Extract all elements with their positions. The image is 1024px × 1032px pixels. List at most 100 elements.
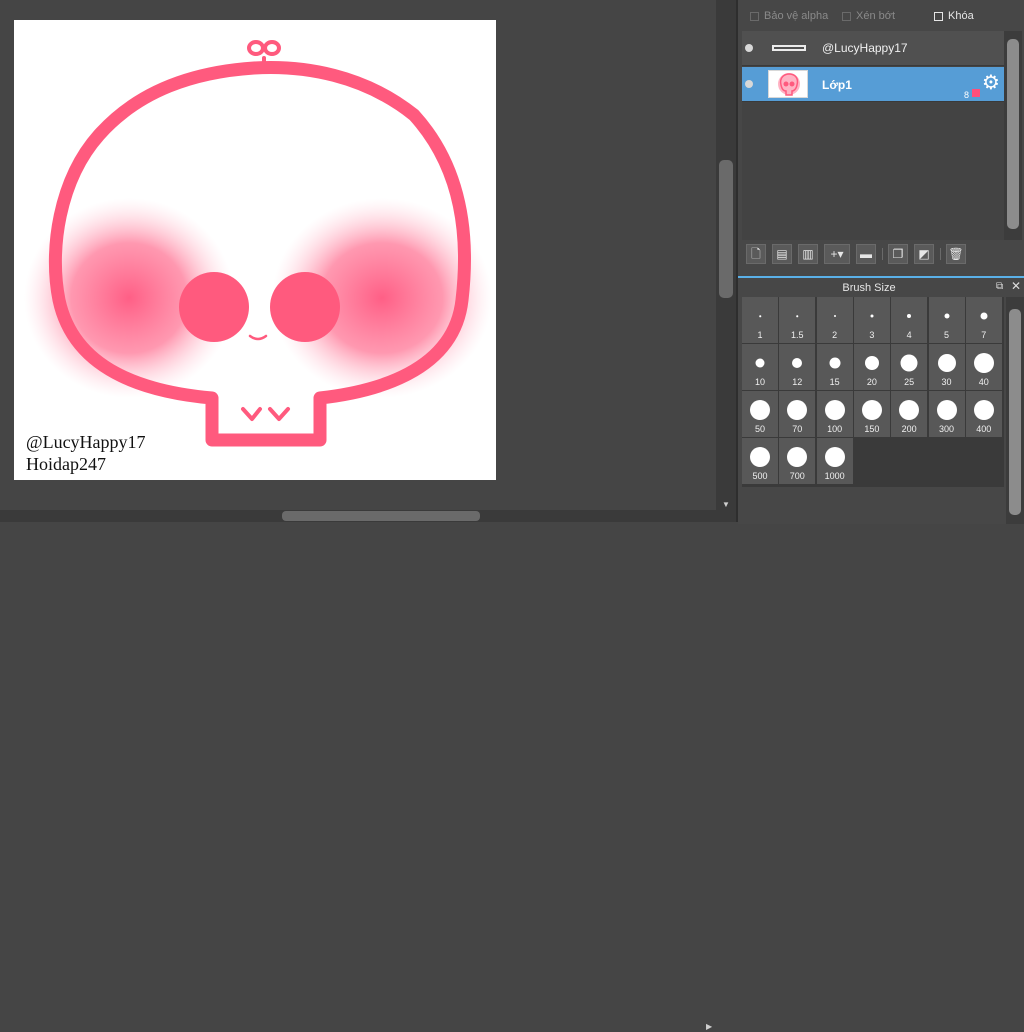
layer-panel: Bảo vệ alpha Xén bớt Khóa @LucyHappy17 L… bbox=[736, 0, 1024, 524]
layer-list: @LucyHappy17 Lớp1 8 ⚙ bbox=[742, 31, 1004, 240]
brush-size-label: 300 bbox=[938, 424, 955, 434]
layer-row-selected[interactable]: Lớp1 8 ⚙ bbox=[742, 67, 1004, 102]
layer-row[interactable]: @LucyHappy17 bbox=[742, 31, 1004, 66]
brush-size-cell[interactable]: 40 bbox=[965, 344, 1002, 390]
canvas-area[interactable]: @LucyHappy17 Hoidap247 bbox=[0, 0, 716, 510]
brush-dot-icon bbox=[899, 400, 920, 420]
brush-size-cell[interactable]: 2 bbox=[816, 297, 853, 343]
brush-size-cell[interactable]: 12 bbox=[779, 344, 816, 390]
clipping-checkbox[interactable] bbox=[842, 11, 851, 21]
brush-size-cell[interactable]: 15 bbox=[816, 344, 853, 390]
delete-layer-icon[interactable]: 🗑 bbox=[946, 244, 966, 264]
brush-size-label: 400 bbox=[976, 424, 992, 434]
visibility-icon[interactable] bbox=[745, 80, 753, 88]
brush-panel-title: Brush Size bbox=[842, 282, 896, 294]
clipping-option[interactable]: Xén bớt bbox=[842, 10, 895, 22]
layer-opacity-label: 8 bbox=[964, 90, 970, 100]
brush-dot-icon bbox=[759, 315, 761, 317]
brush-size-cell[interactable]: 1 bbox=[742, 297, 778, 343]
brush-dot-icon bbox=[787, 447, 808, 467]
brush-dot-icon bbox=[937, 354, 956, 372]
visibility-icon[interactable] bbox=[745, 44, 753, 52]
lock-checkbox[interactable] bbox=[934, 11, 943, 21]
brush-size-cell[interactable]: 50 bbox=[742, 391, 778, 437]
brush-size-cell[interactable]: 400 bbox=[965, 391, 1002, 437]
brush-size-cell[interactable]: 25 bbox=[891, 344, 928, 390]
new-folder-icon[interactable]: ▬ bbox=[856, 244, 876, 264]
brush-size-cell[interactable]: 70 bbox=[779, 391, 816, 437]
brush-size-label: 2 bbox=[832, 330, 838, 340]
new-vector-icon[interactable]: ▥ bbox=[798, 244, 818, 264]
brush-size-cell[interactable]: 1.5 bbox=[779, 297, 816, 343]
brush-size-label: 50 bbox=[754, 424, 765, 434]
horizontal-scroll-thumb[interactable] bbox=[282, 511, 480, 521]
layer-list-scrollbar[interactable] bbox=[1004, 31, 1022, 240]
horizontal-scrollbar[interactable]: ▶ bbox=[0, 510, 716, 1031]
close-icon[interactable]: ✕ bbox=[1011, 279, 1021, 293]
brush-dot-icon bbox=[870, 314, 874, 318]
eye-left bbox=[179, 272, 249, 342]
scroll-down-icon[interactable]: ▼ bbox=[722, 500, 730, 510]
protect-alpha-option[interactable]: Bảo vệ alpha bbox=[750, 10, 828, 22]
brush-size-panel: Brush Size ⧉ ✕ 1 1.5 2 3 4 5 7 10 12 15 20 25 30 40 50… bbox=[738, 276, 1024, 524]
brush-size-label: 500 bbox=[752, 471, 768, 481]
scroll-right-icon[interactable]: ▶ bbox=[706, 1022, 712, 1032]
brush-size-label: 3 bbox=[869, 330, 875, 340]
duplicate-layer-icon[interactable]: ❐ bbox=[888, 244, 908, 264]
brush-size-label: 70 bbox=[792, 424, 803, 434]
brush-dot-icon bbox=[829, 357, 841, 369]
protect-alpha-checkbox[interactable] bbox=[750, 11, 759, 21]
brush-size-cell[interactable]: 500 bbox=[742, 438, 778, 484]
brush-size-label: 20 bbox=[866, 377, 877, 387]
popout-icon[interactable]: ⧉ bbox=[996, 281, 1003, 292]
add-layer-menu-icon[interactable]: +▾ bbox=[824, 244, 850, 264]
toolbar-divider bbox=[882, 248, 883, 260]
brush-size-label: 1000 bbox=[824, 471, 845, 481]
brush-size-label: 700 bbox=[789, 471, 805, 481]
gear-icon[interactable]: ⚙ bbox=[982, 72, 1000, 94]
brush-size-cell[interactable]: 30 bbox=[928, 344, 965, 390]
new-raster-icon[interactable]: ▤ bbox=[772, 244, 792, 264]
brush-size-cell[interactable]: 200 bbox=[891, 391, 928, 437]
brush-size-cell[interactable]: 4 bbox=[891, 297, 928, 343]
brush-panel-scrollbar[interactable] bbox=[1006, 297, 1024, 524]
new-layer-icon[interactable]: 🗋 bbox=[746, 244, 766, 264]
drawing-canvas[interactable]: @LucyHappy17 Hoidap247 bbox=[14, 20, 496, 480]
brush-size-label: 150 bbox=[864, 424, 880, 434]
brush-size-label: 12 bbox=[792, 377, 803, 387]
layer-thumbnail bbox=[768, 34, 808, 62]
layer-thumbnail bbox=[768, 70, 808, 98]
layer-list-scroll-thumb[interactable] bbox=[1007, 39, 1019, 229]
brush-size-cell[interactable]: 3 bbox=[853, 297, 890, 343]
merge-layer-icon[interactable]: ◩ bbox=[914, 244, 934, 264]
brush-size-cell[interactable]: 5 bbox=[928, 297, 965, 343]
brush-size-label: 5 bbox=[943, 330, 949, 340]
brush-size-label: 30 bbox=[941, 377, 952, 387]
brush-panel-scroll-thumb[interactable] bbox=[1009, 309, 1021, 515]
brush-size-cell[interactable]: 7 bbox=[965, 297, 1002, 343]
lock-option[interactable]: Khóa bbox=[934, 10, 974, 22]
layer-name: Lớp1 bbox=[822, 78, 852, 92]
brush-dot-icon bbox=[750, 447, 770, 467]
lock-label: Khóa bbox=[948, 10, 974, 22]
brush-size-cell[interactable]: 150 bbox=[853, 391, 890, 437]
brush-dot-icon bbox=[750, 400, 770, 420]
brush-size-cell[interactable]: 700 bbox=[779, 438, 816, 484]
brush-size-label: 1 bbox=[757, 330, 763, 340]
brush-dot-icon bbox=[796, 315, 799, 317]
brush-size-cell[interactable]: 300 bbox=[928, 391, 965, 437]
brush-size-label: 40 bbox=[978, 377, 989, 387]
brush-size-cell[interactable]: 1000 bbox=[816, 438, 853, 484]
vertical-scroll-thumb[interactable] bbox=[719, 160, 733, 298]
vertical-scrollbar[interactable]: ▼ bbox=[716, 0, 736, 522]
smile bbox=[248, 334, 268, 341]
clipping-label: Xén bớt bbox=[856, 10, 896, 22]
brush-size-cell[interactable]: 20 bbox=[853, 344, 890, 390]
layer-toolbar: 🗋 ▤ ▥ +▾ ▬ ❐ ◩ 🗑 bbox=[742, 243, 1022, 269]
brush-dot-icon bbox=[787, 400, 808, 420]
brush-size-label: 1.5 bbox=[791, 330, 804, 340]
brush-size-cell[interactable]: 100 bbox=[816, 391, 853, 437]
brush-size-grid: 1 1.5 2 3 4 5 7 10 12 15 20 25 30 40 50 70 100 150 200 300 4… bbox=[742, 297, 1004, 487]
brush-dot-icon bbox=[907, 314, 912, 318]
brush-size-cell[interactable]: 10 bbox=[742, 344, 778, 390]
